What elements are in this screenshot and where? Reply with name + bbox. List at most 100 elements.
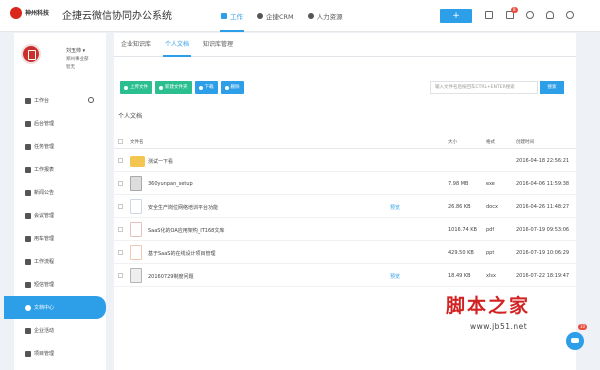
download-icon <box>198 85 203 90</box>
tab-personal-docs[interactable]: 个人文档 <box>158 33 196 57</box>
file-name[interactable]: 测试一下看 <box>148 158 173 165</box>
sidebar-item-label: 短信管理 <box>34 282 55 288</box>
sidebar-item-tasks[interactable]: 任务管理 <box>14 135 106 158</box>
gear-icon[interactable] <box>526 11 534 19</box>
logo[interactable]: 神州科技 <box>10 7 49 19</box>
row-checkbox[interactable] <box>118 273 123 278</box>
user-role: 智无 <box>66 65 75 70</box>
table-row[interactable]: 360yunpan_setup 7.98 MB exe 2016-04-06 1… <box>114 173 576 195</box>
sidebar-item-meetings[interactable]: 会议管理 <box>14 204 106 227</box>
watermark-logo: 脚本之家 <box>446 295 531 317</box>
sidebar-item-reports[interactable]: 工作报表 <box>14 158 106 181</box>
user-name[interactable]: 刘玉帅 ▾ <box>66 47 85 54</box>
flow-icon <box>25 258 31 265</box>
file-name[interactable]: 安全生产岗位网络培训平台功能 <box>148 204 218 211</box>
upload-label: 上传文件 <box>130 85 148 90</box>
logo-brand: 神州科技 <box>25 9 50 17</box>
sidebar-item-label: 工作报表 <box>34 167 55 173</box>
table-row[interactable]: 安全生产岗位网络培训平台功能 预览 26.86 KB docx 2016-04-… <box>114 196 576 218</box>
file-name[interactable]: 360yunpan_setup <box>148 181 193 187</box>
new-folder-button[interactable]: 新建文件夹 <box>155 81 192 94</box>
row-checkbox[interactable] <box>118 204 123 209</box>
chat-icon[interactable] <box>566 332 584 350</box>
trash-icon <box>224 85 229 90</box>
nav-hr[interactable]: 人力资源 <box>301 0 350 32</box>
add-button[interactable]: + <box>440 9 472 23</box>
exe-file-icon <box>130 176 142 191</box>
app-title: 企捷云微信协同办公系统 <box>62 11 172 22</box>
sidebar-menu: 工作台 后台管理 任务管理 工作报表 新闻公告 会议管理 用车管理 工作流程 短… <box>4 89 106 365</box>
sidebar-item-activities[interactable]: 企业活动 <box>14 319 106 342</box>
people-icon <box>307 13 314 19</box>
file-size: 429.50 KB <box>448 250 474 256</box>
file-toolbar: 上传文件 新建文件夹 下载 删除 <box>120 81 247 94</box>
nav-crm[interactable]: 企捷CRM <box>250 0 301 32</box>
download-button[interactable]: 下载 <box>194 81 218 94</box>
sidebar-item-label: 新闻公告 <box>34 190 55 196</box>
sidebar-item-projects[interactable]: 项目管理 <box>14 342 106 365</box>
file-created: 2016-07-22 18:19:47 <box>516 273 570 279</box>
file-format: pdf <box>486 227 495 233</box>
top-bar: 神州科技 企捷云微信协同办公系统 工作 企捷CRM 人力资源 + 8 <box>0 0 600 32</box>
row-checkbox[interactable] <box>118 250 123 255</box>
grid-icon[interactable] <box>485 11 493 19</box>
table-row[interactable]: 测试一下看 2016-04-18 22:56:21 <box>114 150 576 172</box>
preview-link[interactable]: 预览 <box>390 273 400 280</box>
car-icon <box>25 235 31 242</box>
file-name[interactable]: SaaS化的OA应用架构_IT168文库 <box>148 227 224 234</box>
sidebar-item-vehicles[interactable]: 用车管理 <box>14 227 106 250</box>
sidebar-item-workflow[interactable]: 工作流程 <box>14 250 106 273</box>
folder-icon <box>130 156 145 167</box>
file-name[interactable]: 20160729制度问题 <box>148 273 193 280</box>
sidebar-item-workbench[interactable]: 工作台 <box>14 89 106 112</box>
header-created[interactable]: 创建时间 <box>516 139 534 145</box>
upload-button[interactable]: 上传文件 <box>120 81 152 94</box>
row-checkbox[interactable] <box>118 158 123 163</box>
chat-badge: 10 <box>578 324 588 330</box>
header-name[interactable]: 文件名 <box>130 139 144 145</box>
main-panel: 企业知识库 个人文档 知识库管理 上传文件 新建文件夹 下载 删除 输入文件名后… <box>114 33 576 370</box>
document-tabs: 企业知识库 个人文档 知识库管理 <box>114 33 576 57</box>
nav-hr-label: 人力资源 <box>316 13 343 21</box>
nav-work[interactable]: 工作 <box>214 0 250 32</box>
header-format[interactable]: 格式 <box>486 139 495 145</box>
sidebar-item-news[interactable]: 新闻公告 <box>14 181 106 204</box>
gear-icon[interactable] <box>88 97 94 103</box>
file-name[interactable]: 基于SaaS的在线设计项目管理 <box>148 250 215 257</box>
power-icon[interactable] <box>566 11 574 19</box>
sidebar-item-admin[interactable]: 后台管理 <box>14 112 106 135</box>
row-checkbox[interactable] <box>118 227 123 232</box>
search-input[interactable]: 输入文件名后按回车CTRL+ENTER搜索 <box>430 81 538 94</box>
file-size: 18.49 KB <box>448 273 471 279</box>
sidebar-item-documents[interactable]: 文档中心 <box>4 296 106 319</box>
header-size[interactable]: 大小 <box>448 139 457 145</box>
file-size: 7.98 MB <box>448 181 469 187</box>
table-row[interactable]: 基于SaaS的在线设计项目管理 429.50 KB ppt 2016-07-19… <box>114 242 576 264</box>
watermark-url: www.jb51.net <box>470 322 528 331</box>
sidebar-item-label: 企业活动 <box>34 328 55 334</box>
tab-enterprise-kb[interactable]: 企业知识库 <box>114 33 158 56</box>
sidebar-item-label: 会议管理 <box>34 213 55 219</box>
search-button[interactable]: 搜索 <box>540 81 564 94</box>
bulb-icon[interactable] <box>546 11 554 19</box>
delete-button[interactable]: 删除 <box>220 81 244 94</box>
file-created: 2016-07-19 10:06:29 <box>516 250 570 256</box>
row-checkbox[interactable] <box>118 181 123 186</box>
sidebar: 刘玉帅 ▾ 郑州事业部 智无 工作台 后台管理 任务管理 工作报表 新闻公告 会… <box>4 33 106 370</box>
table-row[interactable]: SaaS化的OA应用架构_IT168文库 1016.74 KB pdf 2016… <box>114 219 576 241</box>
delete-label: 删除 <box>230 85 240 90</box>
nav-crm-label: 企捷CRM <box>266 13 294 21</box>
table-row[interactable]: 20160729制度问题 预览 18.49 KB xlsx 2016-07-22… <box>114 265 576 287</box>
select-all-checkbox[interactable] <box>118 139 123 144</box>
sidebar-item-label: 用车管理 <box>34 236 55 242</box>
briefcase-icon <box>221 13 227 19</box>
report-icon <box>25 166 31 173</box>
sidebar-item-label: 项目管理 <box>34 351 55 357</box>
tab-kb-management[interactable]: 知识库管理 <box>196 33 240 56</box>
sidebar-item-sms[interactable]: 短信管理 <box>14 273 106 296</box>
sidebar-item-label: 工作流程 <box>34 259 55 265</box>
avatar[interactable] <box>21 44 41 64</box>
preview-link[interactable]: 预览 <box>390 204 400 211</box>
meeting-icon <box>25 212 31 219</box>
home-icon <box>25 97 31 104</box>
